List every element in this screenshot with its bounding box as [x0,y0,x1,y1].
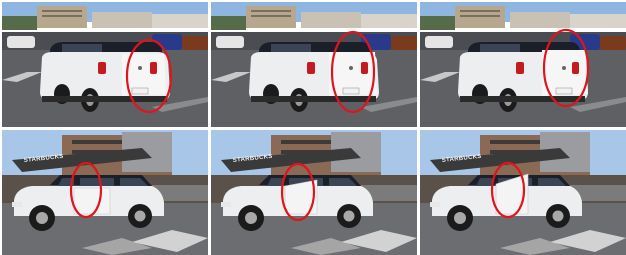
rear-view-scene [211,2,417,127]
image-grid: STARBUCKS STARBUCKS STARBUCKS [0,0,626,255]
panel-side-view-3: STARBUCKS [420,130,626,255]
side-view-scene: STARBUCKS [211,130,417,255]
side-view-scene: STARBUCKS [2,130,208,255]
side-view-scene: STARBUCKS [420,130,626,255]
panel-rear-view-1 [2,2,208,127]
rear-view-scene [2,2,208,127]
panel-side-view-2: STARBUCKS [211,130,417,255]
rear-view-scene [420,2,626,127]
panel-side-view-1: STARBUCKS [2,130,208,255]
panel-rear-view-3 [420,2,626,127]
panel-rear-view-2 [211,2,417,127]
